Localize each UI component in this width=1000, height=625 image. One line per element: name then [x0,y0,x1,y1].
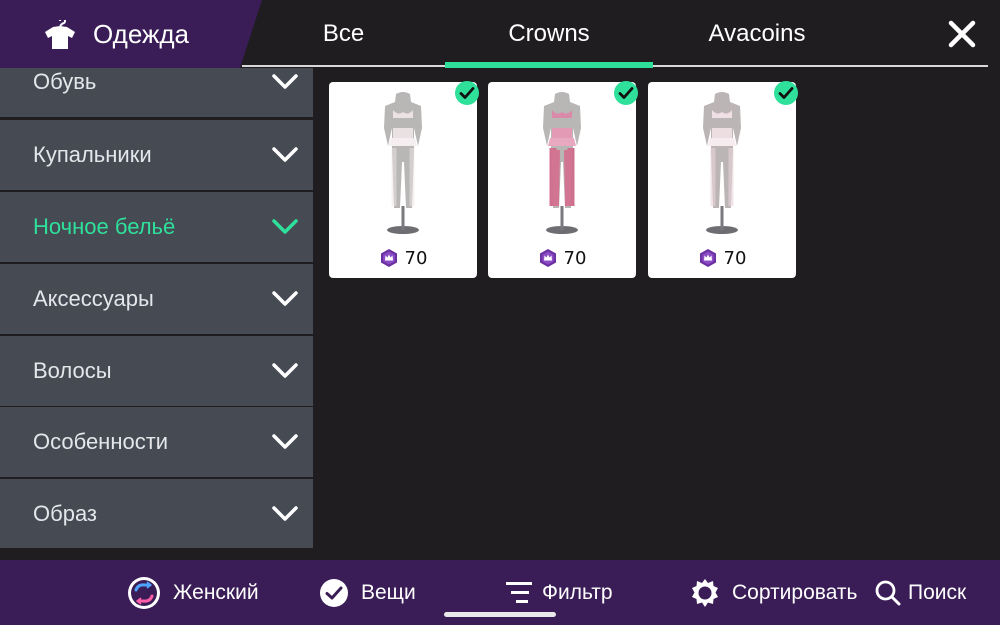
sidebar-item-features[interactable]: Особенности [0,407,313,477]
search-icon [875,580,901,606]
swap-arrows-icon [128,577,160,609]
item-card[interactable]: 70 [329,80,480,278]
tab-all[interactable]: Все [242,0,445,68]
chevron-down-icon [272,74,298,89]
tab-avacoins[interactable]: Avacoins [653,0,861,68]
item-price: 70 [563,247,587,269]
sidebar-item-label: Образ [33,501,98,526]
tab-crowns[interactable]: Crowns [445,0,653,68]
chevron-down-icon [272,291,298,306]
owned-check-icon [613,80,639,106]
chevron-down-icon [272,219,298,234]
sidebar-item-label: Обувь [33,69,97,94]
item-price: 70 [723,247,747,269]
crown-coin-icon [699,249,716,267]
sidebar-item-label: Купальники [33,142,152,167]
owned-check-icon [454,80,480,106]
shirt-on-hanger-icon [45,20,75,49]
filter-label: Фильтр [542,581,613,604]
mannequin-lingerie-image [703,92,741,234]
item-price: 70 [404,247,428,269]
search-button[interactable]: Поиск [874,575,966,611]
category-sidebar: Обувь Купальники Ночное бельё Аксессуары… [0,68,313,548]
chevron-down-icon [272,363,298,378]
active-tab-indicator [445,62,653,68]
sort-button[interactable]: Сортировать [690,575,857,611]
sidebar-item-label: Волосы [33,358,112,383]
check-circle-icon [320,579,348,607]
price-row: 70 [329,246,477,270]
sidebar-item-shoes[interactable]: Обувь [0,68,313,117]
sidebar-item-label: Ночное бельё [33,214,176,239]
chevron-down-icon [272,147,298,162]
header: Одежда Все Crowns Avacoins [0,0,1000,68]
filter-icon [506,582,532,603]
item-card[interactable]: 70 [648,80,799,278]
sidebar-item-label: Особенности [33,429,169,454]
mannequin-lingerie-image [543,92,581,234]
sidebar-item-label: Аксессуары [33,286,154,311]
page-title: Одежда [93,19,190,49]
item-card[interactable]: 70 [488,80,639,278]
search-label: Поиск [908,581,967,604]
filter-button[interactable]: Фильтр [504,575,613,611]
owned-items-button[interactable]: Вещи [319,575,416,611]
tab-bar: Все Crowns Avacoins [242,0,988,68]
owned-check-icon [773,80,799,106]
crown-coin-icon [539,249,556,267]
title-block: Одежда [0,0,262,68]
sidebar-item-hair[interactable]: Волосы [0,336,313,406]
chevron-down-icon [272,434,298,449]
sidebar-item-swimwear[interactable]: Купальники [0,120,313,190]
sidebar-item-look[interactable]: Образ [0,479,313,548]
gender-label: Женский [173,581,259,604]
sidebar-item-accessories[interactable]: Аксессуары [0,264,313,334]
owned-items-label: Вещи [361,581,416,604]
mannequin-lingerie-image [384,92,422,234]
price-row: 70 [488,246,636,270]
close-icon[interactable] [944,16,980,52]
price-row: 70 [648,246,796,270]
gender-toggle-button[interactable]: Женский [127,575,259,611]
crown-coin-icon [380,249,397,267]
sidebar-item-lingerie[interactable]: Ночное бельё [0,192,313,262]
sort-label: Сортировать [732,581,858,604]
home-indicator[interactable] [444,612,556,617]
chevron-down-icon [272,506,298,521]
sort-gear-icon [692,579,718,607]
